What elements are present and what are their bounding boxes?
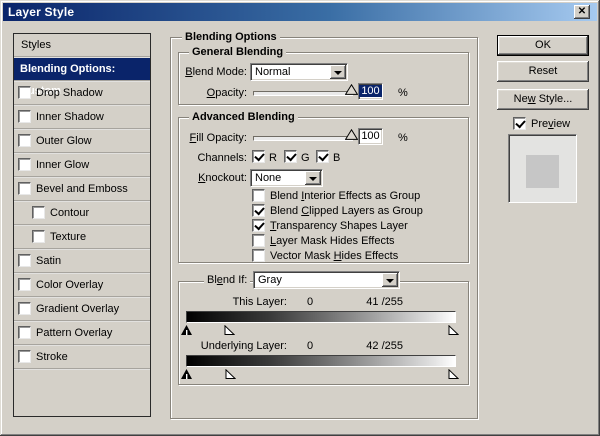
channel-r-label: R bbox=[269, 152, 277, 165]
advanced-blending-group-title: Advanced Blending bbox=[189, 111, 298, 123]
channel-g-checkbox[interactable] bbox=[284, 150, 297, 163]
knockout-dropdown[interactable]: None bbox=[250, 169, 323, 187]
this-layer-low-value: 0 bbox=[300, 296, 320, 309]
style-checkbox[interactable] bbox=[18, 302, 31, 315]
preview-thumbnail-square bbox=[526, 155, 559, 188]
dialog-title: Layer Style bbox=[3, 5, 74, 19]
opacity-slider-thumb[interactable] bbox=[345, 84, 358, 95]
layer-mask-hides-checkbox[interactable] bbox=[252, 234, 265, 247]
underlying-layer-low-value: 0 bbox=[300, 340, 320, 353]
styles-item[interactable]: Texture bbox=[14, 226, 150, 250]
styles-item[interactable]: Outer Glow bbox=[14, 130, 150, 154]
underlying-layer-black-slider[interactable] bbox=[181, 369, 192, 379]
styles-item-blending-options[interactable]: Blending Options: Custom bbox=[14, 58, 150, 82]
this-layer-black-split-slider[interactable] bbox=[224, 325, 235, 335]
blend-interior-label: Blend Interior Effects as Group bbox=[270, 190, 420, 203]
chevron-down-icon[interactable] bbox=[305, 171, 321, 185]
transparency-shapes-label: Transparency Shapes Layer bbox=[270, 220, 408, 233]
layer-mask-hides-label: Layer Mask Hides Effects bbox=[270, 235, 395, 248]
opacity-value: 100 bbox=[359, 85, 381, 97]
opacity-slider-track[interactable] bbox=[253, 91, 353, 96]
style-checkbox[interactable] bbox=[32, 230, 45, 243]
knockout-label: Knockout: bbox=[170, 172, 247, 185]
styles-item[interactable]: Pattern Overlay bbox=[14, 322, 150, 346]
fill-opacity-value: 100 bbox=[361, 130, 379, 142]
channels-label: Channels: bbox=[170, 152, 247, 165]
styles-item[interactable]: Drop Shadow bbox=[14, 82, 150, 106]
styles-item[interactable]: Satin bbox=[14, 250, 150, 274]
style-checkbox[interactable] bbox=[32, 206, 45, 219]
this-layer-label: This Layer: bbox=[170, 296, 287, 309]
style-checkbox[interactable] bbox=[18, 158, 31, 171]
styles-item[interactable]: Color Overlay bbox=[14, 274, 150, 298]
this-layer-white-slider[interactable] bbox=[448, 325, 459, 335]
styles-item[interactable]: Inner Shadow bbox=[14, 106, 150, 130]
preview-checkbox[interactable] bbox=[513, 117, 526, 130]
vector-mask-hides-checkbox[interactable] bbox=[252, 249, 265, 262]
opacity-label: Opacity: bbox=[170, 87, 247, 100]
this-layer-high-value: 41 /255 bbox=[340, 296, 403, 309]
close-icon[interactable]: ✕ bbox=[574, 5, 590, 19]
blend-mode-label: Blend Mode: bbox=[170, 66, 247, 79]
underlying-layer-white-slider[interactable] bbox=[448, 369, 459, 379]
new-style-button[interactable]: New Style... bbox=[497, 89, 589, 110]
preview-thumbnail bbox=[508, 134, 577, 203]
vector-mask-hides-label: Vector Mask Hides Effects bbox=[270, 250, 398, 263]
styles-item[interactable]: Bevel and Emboss bbox=[14, 178, 150, 202]
this-layer-black-slider[interactable] bbox=[181, 325, 192, 335]
underlying-layer-high-value: 42 /255 bbox=[340, 340, 403, 353]
fill-opacity-unit: % bbox=[398, 132, 408, 145]
style-checkbox[interactable] bbox=[18, 254, 31, 267]
channel-b-label: B bbox=[333, 152, 340, 165]
this-layer-gradient-ramp bbox=[186, 311, 456, 323]
general-blending-group-title: General Blending bbox=[189, 46, 286, 58]
blend-if-dropdown[interactable]: Gray bbox=[253, 271, 400, 289]
underlying-layer-gradient-ramp bbox=[186, 355, 456, 367]
channel-g-label: G bbox=[301, 152, 310, 165]
style-checkbox[interactable] bbox=[18, 134, 31, 147]
knockout-value: None bbox=[251, 171, 305, 185]
blend-clipped-label: Blend Clipped Layers as Group bbox=[270, 205, 423, 218]
reset-button[interactable]: Reset bbox=[497, 61, 589, 82]
opacity-unit: % bbox=[398, 87, 408, 100]
fill-opacity-slider-track[interactable] bbox=[253, 136, 353, 141]
blend-if-label: Blend If: bbox=[204, 274, 250, 286]
styles-item[interactable]: Contour bbox=[14, 202, 150, 226]
blend-clipped-checkbox[interactable] bbox=[252, 204, 265, 217]
blend-interior-checkbox[interactable] bbox=[252, 189, 265, 202]
underlying-layer-label: Underlying Layer: bbox=[170, 340, 287, 353]
styles-item[interactable]: Stroke bbox=[14, 346, 150, 370]
layer-style-dialog: Layer Style ✕ Styles Blending Options: C… bbox=[0, 0, 600, 436]
fill-opacity-slider-thumb[interactable] bbox=[345, 129, 358, 140]
style-checkbox[interactable] bbox=[18, 86, 31, 99]
style-checkbox[interactable] bbox=[18, 278, 31, 291]
fill-opacity-input[interactable]: 100 bbox=[358, 128, 383, 145]
transparency-shapes-checkbox[interactable] bbox=[252, 219, 265, 232]
opacity-input[interactable]: 100 bbox=[358, 83, 383, 100]
channel-r-checkbox[interactable] bbox=[252, 150, 265, 163]
style-checkbox[interactable] bbox=[18, 350, 31, 363]
chevron-down-icon[interactable] bbox=[382, 273, 398, 287]
styles-list-header: Styles bbox=[14, 34, 150, 58]
title-bar[interactable]: Layer Style bbox=[3, 3, 597, 21]
fill-opacity-label: Fill Opacity: bbox=[160, 132, 247, 145]
underlying-layer-black-split-slider[interactable] bbox=[225, 369, 236, 379]
preview-label: Preview bbox=[531, 118, 570, 131]
blend-mode-value: Normal bbox=[251, 65, 330, 79]
blend-mode-dropdown[interactable]: Normal bbox=[250, 63, 348, 81]
styles-list: Styles Blending Options: Custom Drop Sha… bbox=[13, 33, 151, 417]
chevron-down-icon[interactable] bbox=[330, 65, 346, 79]
blend-if-value: Gray bbox=[254, 273, 382, 287]
ok-button[interactable]: OK bbox=[497, 35, 589, 56]
style-checkbox[interactable] bbox=[18, 326, 31, 339]
styles-item[interactable]: Gradient Overlay bbox=[14, 298, 150, 322]
channel-b-checkbox[interactable] bbox=[316, 150, 329, 163]
style-checkbox[interactable] bbox=[18, 182, 31, 195]
blending-options-group-title: Blending Options bbox=[182, 31, 280, 43]
styles-item[interactable]: Inner Glow bbox=[14, 154, 150, 178]
style-checkbox[interactable] bbox=[18, 110, 31, 123]
